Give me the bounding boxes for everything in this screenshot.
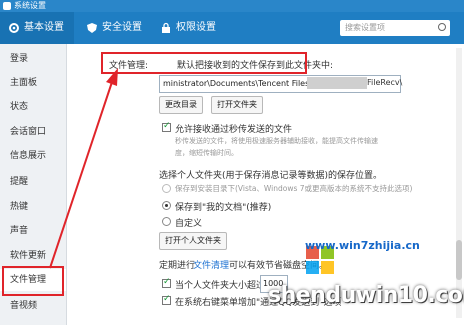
watermark-url-1: www.win7zhijia.cn xyxy=(305,239,420,252)
watermark-url-2: shenduwin10.com xyxy=(268,283,464,308)
annotation-arrow xyxy=(49,68,118,269)
scrollbar-thumb[interactable] xyxy=(456,240,462,280)
